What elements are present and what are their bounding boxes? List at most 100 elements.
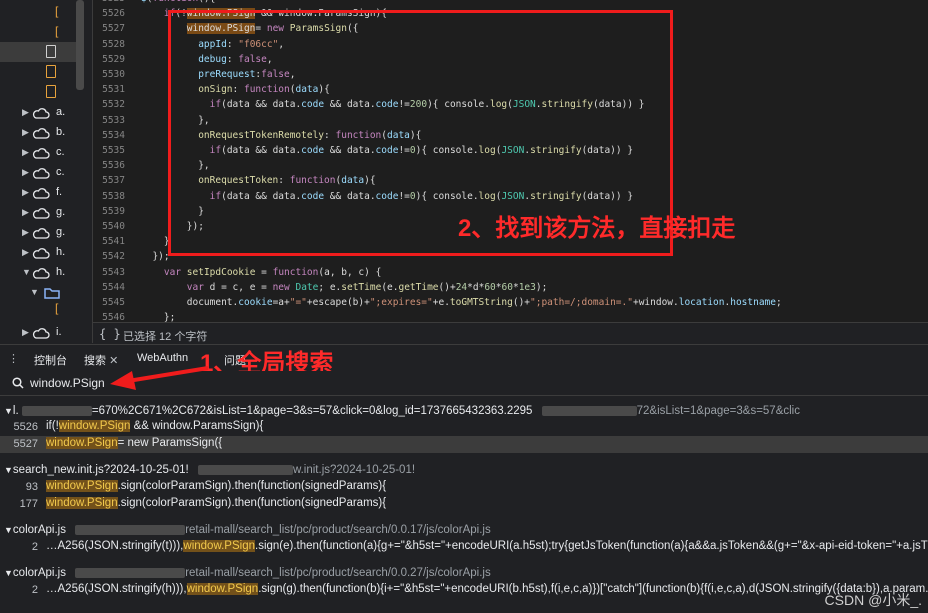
tree-item-folder[interactable]: ▶ i.	[0, 323, 76, 343]
tab-search-label: 搜索	[84, 355, 106, 367]
search-result-row[interactable]: 2 …A256(JSON.stringify(h))),window.PSign.…	[0, 582, 928, 599]
tree-item-label: h.	[56, 246, 66, 258]
tree-item-folder[interactable]: ▶ f.	[0, 183, 76, 203]
more-tabs-icon[interactable]: ⋮	[8, 352, 19, 365]
braces-icon[interactable]: { }	[99, 327, 121, 341]
result-file-header[interactable]: ▼colorApi.js retail-mall/search_list/pc/…	[4, 567, 491, 579]
tree-item-label: f.	[56, 186, 63, 198]
close-icon[interactable]: ✕	[109, 355, 118, 367]
result-line-number: 5526	[13, 421, 38, 433]
result-file-path: retail-mall/search_list/pc/product/searc…	[185, 524, 491, 536]
result-text-after: = new ParamsSign({	[117, 437, 223, 449]
selection-status: 已选择 12 个字符	[123, 331, 208, 343]
chevron-down-icon: ▼	[4, 465, 13, 475]
tree-item-folder[interactable]: ▶ g.	[0, 203, 76, 223]
editor-status-bar: { } 已选择 12 个字符	[93, 322, 928, 345]
cloud-icon	[32, 208, 50, 219]
file-tree: [ [ ▶ a. ▶ b. ▶ c. ▶ c. ▶ f. ▶ g. ▶ g. ▶ h. ▼ h. ▶ i. ▼ [	[0, 0, 93, 343]
line-number-gutter: 5525 5526 5527 5528 5529 5530 5531 5532 5533 5534…	[93, 0, 133, 322]
file-icon	[46, 45, 56, 58]
search-result-row[interactable]: 5527 window.PSign= new ParamsSign({	[0, 436, 928, 453]
tree-item-file[interactable]	[0, 62, 76, 82]
line-number: 5541	[102, 236, 125, 248]
bracket-icon: [	[55, 24, 59, 38]
result-line-number: 177	[19, 498, 38, 510]
result-file-header[interactable]: ▼colorApi.js retail-mall/search_list/pc/…	[4, 524, 491, 536]
chevron-right-icon: ▶	[22, 247, 29, 257]
code-line: document.cookie=a+"="+escape(b)+";expire…	[141, 297, 782, 308]
result-text-after: && window.ParamsSign){	[130, 420, 264, 432]
chevron-right-icon: ▶	[22, 227, 29, 237]
result-match: window.PSign	[58, 420, 131, 432]
tree-scrollbar[interactable]	[76, 0, 84, 90]
line-number: 5536	[102, 160, 125, 172]
code-line: var setIpdCookie = function(a, b, c) {	[163, 266, 382, 278]
result-file-header[interactable]: ▼l. =670%2C671%2C672&isList=1&page=3&s=5…	[4, 405, 800, 417]
line-number: 5529	[102, 53, 125, 65]
bracket-icon: [	[55, 4, 59, 18]
tree-item-label: i.	[56, 326, 62, 338]
line-number: 5525	[93, 0, 125, 4]
result-file-header[interactable]: ▼search_new.init.js?2024-10-25-01! w.ini…	[4, 464, 415, 476]
cloud-icon	[32, 248, 50, 259]
tree-item-folder[interactable]: ▶ a.	[0, 103, 76, 123]
result-line-text: if(!window.PSign && window.ParamsSign){	[46, 420, 263, 432]
search-results: ▼l. =670%2C671%2C672&isList=1&page=3&s=5…	[0, 400, 928, 613]
result-line-number: 2	[31, 584, 38, 596]
search-result-row[interactable]: 93 window.PSign.sign(colorParamSign).then…	[0, 479, 928, 496]
cloud-icon	[32, 228, 50, 239]
result-line-text: …A256(JSON.stringify(h))),window.PSign.s…	[46, 583, 928, 595]
code-line: var d = c, e = new Date; e.setTime(e.get…	[186, 281, 548, 293]
result-line-text: …A256(JSON.stringify(t))),window.PSign.s…	[46, 540, 928, 552]
tab-webauthn[interactable]: WebAuthn	[137, 352, 188, 364]
line-number: 5535	[102, 145, 125, 156]
result-file-name: colorApi.js	[12, 567, 66, 579]
result-text-after: .sign(e).then(function(a){g+="&h5st="+en…	[255, 540, 928, 552]
result-line-text: window.PSign.sign(colorParamSign).then(f…	[46, 480, 386, 492]
tree-item-folder[interactable]: ▶ b.	[0, 123, 76, 143]
result-text-after: .sign(colorParamSign).then(function(sign…	[117, 497, 387, 509]
line-number: 5545	[102, 297, 125, 308]
cloud-icon	[32, 188, 50, 199]
blurred-text	[541, 405, 637, 416]
result-line-text: window.PSign.sign(colorParamSign).then(f…	[46, 497, 386, 509]
tree-item-label: b.	[56, 126, 66, 138]
search-result-row[interactable]: 177 window.PSign.sign(colorParamSign).th…	[0, 496, 928, 513]
search-result-row[interactable]: 5526 if(!window.PSign && window.ParamsSig…	[0, 419, 928, 436]
line-number: 5537	[102, 175, 125, 187]
chevron-down-icon: ▼	[4, 568, 13, 578]
result-file-name: colorApi.js	[12, 524, 66, 536]
tree-item-folder[interactable]: ▶ c.	[0, 163, 76, 183]
tree-item-folder[interactable]: ▼ h.	[0, 263, 76, 283]
line-number: 5526	[102, 8, 125, 20]
line-number: 5542	[102, 251, 125, 263]
chevron-right-icon: ▶	[22, 107, 29, 117]
cloud-icon	[32, 108, 50, 119]
bracket-icon: [	[55, 301, 59, 315]
result-match: window.PSign	[46, 437, 118, 449]
tree-item-folder[interactable]: ▼	[0, 283, 76, 303]
tab-console[interactable]: 控制台	[34, 352, 67, 368]
tree-item-selected-file[interactable]	[0, 42, 76, 62]
tree-item-file[interactable]	[0, 82, 76, 102]
tree-item-folder[interactable]: ▶ h.	[0, 243, 76, 263]
line-number: 5532	[102, 99, 125, 111]
code-line: $(function(){	[141, 0, 215, 4]
file-icon	[46, 85, 56, 98]
tree-item-folder[interactable]: ▶ g.	[0, 223, 76, 243]
line-number: 5546	[102, 312, 125, 322]
tree-item-folder[interactable]: ▶ c.	[0, 143, 76, 163]
chevron-right-icon: ▶	[22, 327, 29, 337]
line-number: 5539	[102, 205, 125, 217]
search-input[interactable]	[30, 374, 150, 392]
result-match: window.PSign	[46, 480, 118, 492]
cloud-icon	[32, 148, 50, 159]
search-result-row[interactable]: 2 …A256(JSON.stringify(t))),window.PSign.…	[0, 539, 928, 556]
result-file-name: l.	[12, 405, 19, 417]
csdn-watermark: CSDN @小米_.	[824, 592, 922, 608]
blurred-text	[75, 567, 186, 578]
result-text-before: if(!	[46, 420, 59, 432]
tree-item-label: c.	[56, 166, 65, 178]
folder-icon	[44, 288, 60, 299]
line-number: 5533	[102, 114, 125, 126]
